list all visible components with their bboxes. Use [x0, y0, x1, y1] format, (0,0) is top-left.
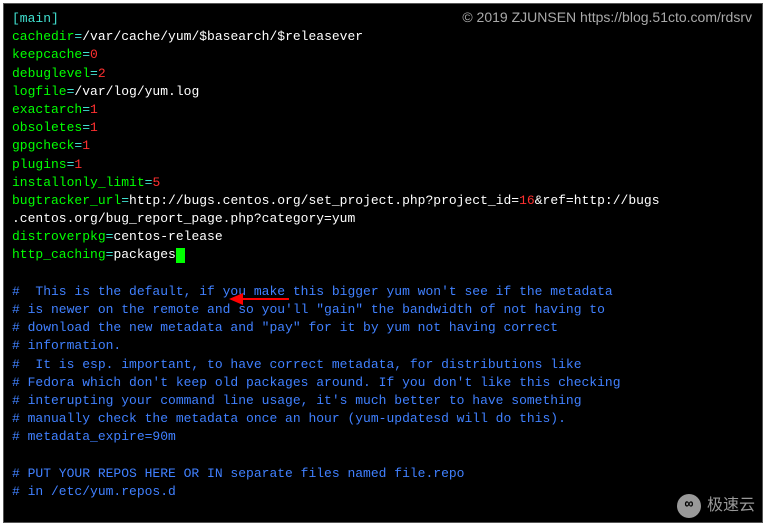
config-installonly-limit: installonly_limit=5 — [12, 174, 754, 192]
config-bugtracker-url: bugtracker_url=http://bugs.centos.org/se… — [12, 192, 754, 210]
comment-5: # It is esp. important, to have correct … — [12, 356, 754, 374]
brand-logo: ∞ 极速云 — [677, 494, 755, 518]
watermark: © 2019 ZJUNSEN https://blog.51cto.com/rd… — [462, 8, 752, 28]
comment-1: # This is the default, if you make this … — [12, 283, 754, 301]
comment-11: # in /etc/yum.repos.d — [12, 483, 754, 501]
comment-2: # is newer on the remote and so you'll "… — [12, 301, 754, 319]
config-bugtracker-url-cont: .centos.org/bug_report_page.php?category… — [12, 210, 754, 228]
config-debuglevel: debuglevel=2 — [12, 65, 754, 83]
config-logfile: logfile=/var/log/yum.log — [12, 83, 754, 101]
blank-line — [12, 265, 754, 283]
config-http-caching: http_caching=packages — [12, 246, 754, 264]
config-keepcache: keepcache=0 — [12, 46, 754, 64]
cursor — [176, 248, 185, 263]
config-gpgcheck: gpgcheck=1 — [12, 137, 754, 155]
infinity-icon: ∞ — [677, 494, 701, 518]
comment-10: # PUT YOUR REPOS HERE OR IN separate fil… — [12, 465, 754, 483]
comment-6: # Fedora which don't keep old packages a… — [12, 374, 754, 392]
config-exactarch: exactarch=1 — [12, 101, 754, 119]
comment-8: # manually check the metadata once an ho… — [12, 410, 754, 428]
comment-3: # download the new metadata and "pay" fo… — [12, 319, 754, 337]
comment-4: # information. — [12, 337, 754, 355]
config-distroverpkg: distroverpkg=centos-release — [12, 228, 754, 246]
brand-text: 极速云 — [707, 495, 755, 517]
terminal-window[interactable]: © 2019 ZJUNSEN https://blog.51cto.com/rd… — [3, 3, 763, 523]
config-plugins: plugins=1 — [12, 156, 754, 174]
comment-9: # metadata_expire=90m — [12, 428, 754, 446]
comment-7: # interupting your command line usage, i… — [12, 392, 754, 410]
blank-line-2 — [12, 447, 754, 465]
config-obsoletes: obsoletes=1 — [12, 119, 754, 137]
annotation-arrow-icon — [229, 289, 289, 309]
config-cachedir: cachedir=/var/cache/yum/$basearch/$relea… — [12, 28, 754, 46]
